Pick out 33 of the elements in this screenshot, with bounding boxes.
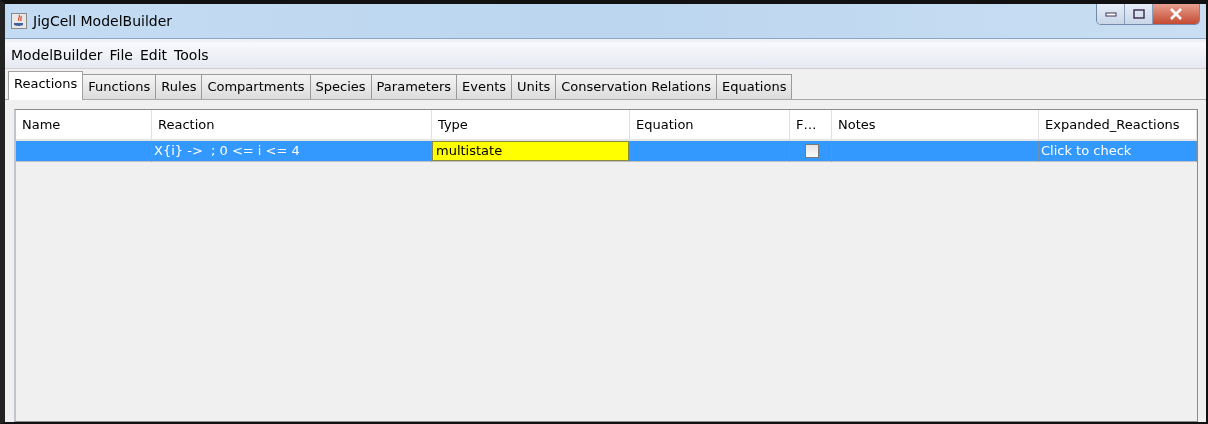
column-header[interactable]: Expanded_Reactions — [1039, 110, 1197, 141]
tab[interactable]: Species — [309, 74, 372, 99]
maximize-button[interactable] — [1125, 4, 1153, 24]
column-header[interactable]: Name — [16, 110, 152, 141]
window-title: JigCell ModelBuilder — [33, 13, 173, 29]
tab[interactable]: Events — [456, 74, 513, 99]
column-header[interactable]: Equation — [630, 110, 790, 141]
tab[interactable]: Functions — [82, 74, 157, 99]
column-header[interactable]: Notes — [832, 110, 1039, 141]
menu-item[interactable]: ModelBuilder — [8, 47, 107, 63]
tab[interactable]: Rules — [155, 74, 203, 99]
tab[interactable]: Equations — [716, 74, 793, 99]
tab[interactable]: Compartments — [201, 74, 311, 99]
checkbox[interactable] — [804, 144, 819, 158]
minimize-icon — [1104, 11, 1117, 17]
tab[interactable]: Units — [511, 74, 557, 99]
menu-item[interactable]: Edit — [137, 47, 172, 63]
maximize-icon — [1132, 9, 1145, 19]
column-header[interactable]: Type — [432, 110, 630, 141]
table-cell: X{i} -> ; 0 <= i <= 4 — [152, 141, 432, 162]
menu-item[interactable]: File — [106, 47, 137, 63]
close-icon — [1169, 8, 1183, 20]
column-header[interactable]: Reaction — [152, 110, 432, 141]
tab[interactable]: Conservation Relations — [555, 74, 718, 99]
tab[interactable]: Parameters — [370, 74, 457, 99]
close-button[interactable] — [1153, 4, 1199, 24]
menu-item[interactable]: Tools — [171, 47, 213, 63]
app-icon — [11, 13, 27, 29]
column-header[interactable]: F… — [790, 110, 832, 141]
table-cell: Click to check — [1039, 141, 1197, 162]
minimize-button[interactable] — [1097, 4, 1125, 24]
table-cell: multistate — [432, 141, 630, 162]
tab[interactable]: Reactions — [8, 71, 84, 100]
